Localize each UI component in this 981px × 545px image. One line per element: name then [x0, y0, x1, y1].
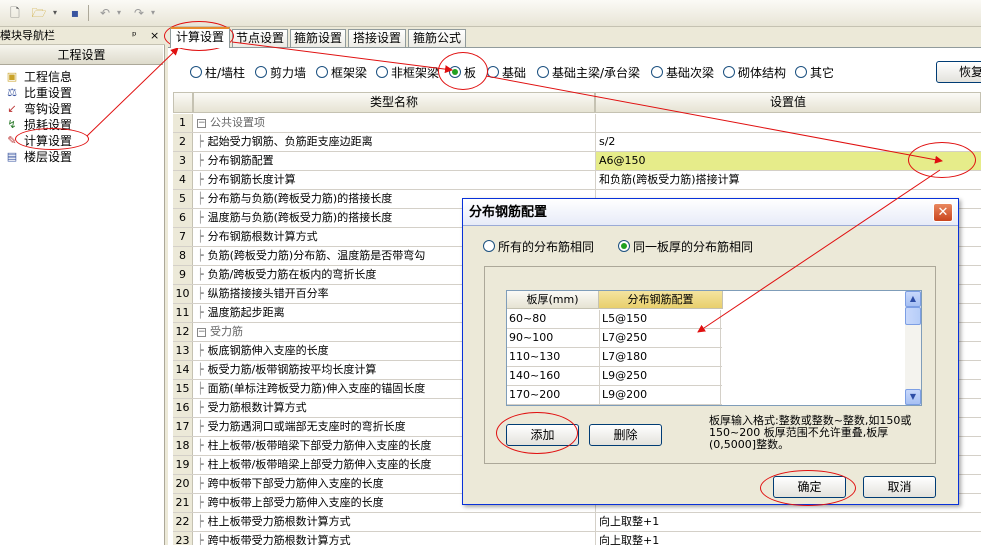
annotation-arrow: [697, 169, 941, 333]
annotation-arrow: [231, 41, 453, 74]
annotation-arrows: [86, 41, 943, 333]
annotation-arrow: [86, 47, 179, 137]
annotation-arrow: [485, 75, 943, 164]
tab-calc-settings[interactable]: 计算设置: [170, 27, 230, 48]
